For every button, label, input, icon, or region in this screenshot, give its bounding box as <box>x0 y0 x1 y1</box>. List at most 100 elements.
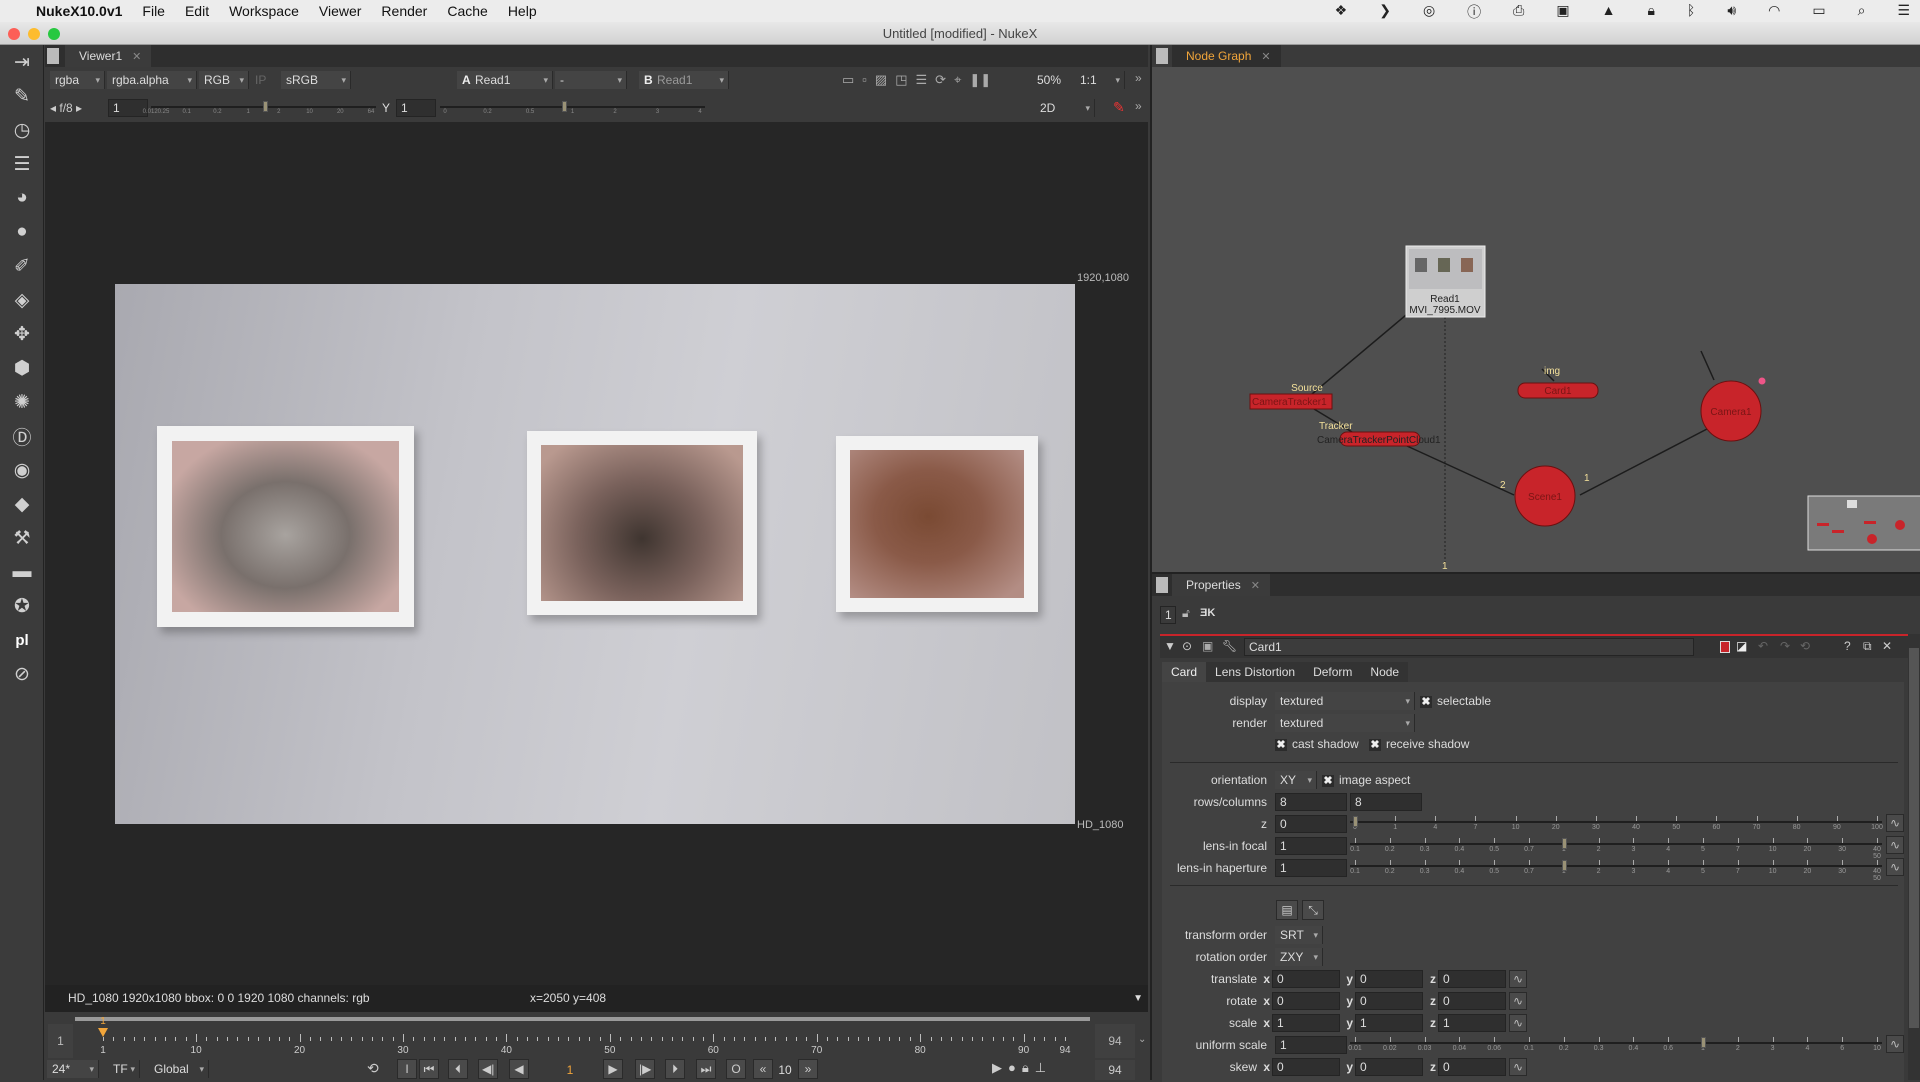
close-tab-icon[interactable]: ✕ <box>1251 580 1260 592</box>
channel-icon[interactable]: ☰ <box>0 147 44 181</box>
z-animation-button[interactable]: ∿ <box>1886 814 1904 832</box>
timeline-mode-dropdown[interactable]: TF <box>108 1060 140 1078</box>
record-icon[interactable]: ● <box>1008 1060 1016 1076</box>
display-channel-dropdown[interactable]: RGB <box>199 71 249 89</box>
gamma-slider-knob[interactable] <box>562 101 567 112</box>
font-color-button[interactable]: ◪ <box>1736 639 1747 653</box>
timeline-ruler[interactable]: 1 10 20 30 40 50 60 70 80 90 94 1 <box>98 1016 1093 1060</box>
translate-animation-button[interactable]: ∿ <box>1509 970 1527 988</box>
tile-color-button[interactable] <box>1720 641 1730 653</box>
center-node-icon[interactable]: ▣ <box>1202 639 1213 653</box>
time-icon[interactable]: ◷ <box>0 113 44 147</box>
fstop-control[interactable]: ◂ f/8 ▸ <box>50 99 82 117</box>
refresh-icon[interactable]: ⟳ <box>935 71 946 89</box>
safe-area-icon[interactable]: ▫ <box>862 71 867 89</box>
menu-file[interactable]: File <box>142 3 165 19</box>
tab-viewer1[interactable]: Viewer1 ✕ <box>65 45 152 67</box>
arrow-icon[interactable]: ❯ <box>1379 2 1391 22</box>
close-tab-icon[interactable]: ✕ <box>132 51 141 63</box>
translate-y-input[interactable]: 0 <box>1355 970 1423 988</box>
warning-icon[interactable]: ▲ <box>1602 2 1616 22</box>
lens-in-haperture-input[interactable]: 1 <box>1275 859 1347 877</box>
playhead-marker[interactable] <box>98 1028 108 1037</box>
rotate-y-input[interactable]: 0 <box>1355 992 1423 1010</box>
camera-icon[interactable]: ▣ <box>1556 2 1569 22</box>
timeline-end-frame[interactable]: 94 <box>1095 1024 1135 1058</box>
current-frame-field[interactable]: 1 <box>545 1061 595 1079</box>
set-out-point-button[interactable]: O <box>726 1059 746 1079</box>
z-slider[interactable]: 0 1 4 7 10 20 30 40 50 60 70 80 90 100 <box>1350 812 1883 834</box>
render-dropdown[interactable]: textured <box>1275 714 1415 732</box>
set-in-point-button[interactable]: I <box>397 1059 417 1079</box>
play-mode-icon[interactable]: ▶ <box>992 1060 1002 1076</box>
volume-icon[interactable]: 🔊︎ <box>1727 2 1736 22</box>
previous-frame-button[interactable]: ◀| <box>478 1059 499 1079</box>
translate-z-input[interactable]: 0 <box>1438 970 1506 988</box>
loop-mode-icon[interactable]: ⟲ <box>367 1060 379 1077</box>
lens-in-haperture-slider[interactable]: 0.1 0.2 0.3 0.4 0.5 0.7 1 2 3 4 5 7 10 20 30 40 50 <box>1350 856 1882 882</box>
other-icon[interactable]: ▬ <box>0 555 44 589</box>
keyer-icon[interactable]: ✐ <box>0 249 44 283</box>
deep-icon[interactable]: Ⓓ <box>0 419 44 453</box>
scale-z-input[interactable]: 1 <box>1438 1014 1506 1032</box>
b-input-dropdown[interactable]: B Read1 <box>639 71 729 89</box>
cc-icon[interactable]: ◎ <box>1423 2 1435 22</box>
float-panel-icon[interactable]: ⧉ <box>1863 639 1872 654</box>
toolsets-icon[interactable]: ⚒ <box>0 521 44 555</box>
paint-brush-icon[interactable]: ✎ <box>1113 99 1125 116</box>
bluetooth-icon[interactable]: ᛒ <box>1687 2 1695 22</box>
menu-cache[interactable]: Cache <box>447 3 487 19</box>
lens-in-focal-input[interactable]: 1 <box>1275 837 1347 855</box>
tab-lens-distortion[interactable]: Lens Distortion <box>1206 662 1305 682</box>
battery-icon[interactable]: ▭ <box>1812 2 1825 22</box>
filter-icon[interactable]: ● <box>0 215 44 249</box>
node-graph-canvas[interactable]: Read1 MVI_7995.MOV CameraTracker1 Source… <box>1152 45 1920 572</box>
scale-y-input[interactable]: 1 <box>1355 1014 1423 1032</box>
uniform-scale-animation-button[interactable]: ∿ <box>1886 1035 1904 1053</box>
scrollbar-thumb[interactable] <box>1909 648 1919 1028</box>
lock-panel-icon[interactable]: 🔓︎ <box>1182 606 1190 621</box>
slider-knob[interactable] <box>1353 816 1358 827</box>
slider-knob[interactable] <box>1701 1037 1706 1048</box>
pl-icon[interactable]: pl <box>0 623 44 657</box>
menu-viewer[interactable]: Viewer <box>319 3 362 19</box>
last-frame-button[interactable]: ⏭ <box>696 1059 716 1079</box>
translate-x-input[interactable]: 0 <box>1272 970 1340 988</box>
skip-back-button[interactable]: « <box>753 1059 773 1079</box>
copy-transform-button[interactable]: ▤ <box>1276 900 1298 920</box>
pixel-ratio-dropdown[interactable]: 1:1 <box>1075 71 1125 89</box>
ofx-icon[interactable]: ⊘ <box>0 657 44 691</box>
minimize-window-button[interactable] <box>28 28 40 40</box>
views-icon[interactable]: ◉ <box>0 453 44 487</box>
collapse-icon[interactable]: ▼ <box>1164 639 1176 653</box>
lens-in-focal-animation-button[interactable]: ∿ <box>1886 836 1904 854</box>
gain-slider[interactable]: 0.0120.25 0.1 0.2 1 2 10 20 64 <box>143 97 376 119</box>
previous-keyframe-button[interactable]: ⏴ <box>448 1059 468 1079</box>
viewer-canvas[interactable]: 1920,1080 HD_1080 <box>45 122 1148 985</box>
skew-z-input[interactable]: 0 <box>1438 1058 1506 1076</box>
timeline-start-frame[interactable]: 1 <box>48 1024 73 1058</box>
skew-x-input[interactable]: 0 <box>1272 1058 1340 1076</box>
close-panel-icon[interactable]: ✕ <box>1882 639 1892 653</box>
zoom-window-button[interactable] <box>48 28 60 40</box>
merge-icon[interactable]: ◈ <box>0 283 44 317</box>
crop-icon[interactable]: ⌖ <box>954 71 961 89</box>
scale-animation-button[interactable]: ∿ <box>1509 1014 1527 1032</box>
furnace-icon[interactable]: ✪ <box>0 589 44 623</box>
lens-in-haperture-animation-button[interactable]: ∿ <box>1886 858 1904 876</box>
menu-render[interactable]: Render <box>381 3 427 19</box>
lut-dropdown[interactable]: sRGB <box>281 71 351 89</box>
tab-node[interactable]: Node <box>1361 662 1409 682</box>
orientation-dropdown[interactable]: XY <box>1275 771 1317 789</box>
menu-icon[interactable]: ☰ <box>1897 2 1910 22</box>
alpha-channel-dropdown[interactable]: rgba.alpha <box>107 71 197 89</box>
node-name-field[interactable]: Card1 <box>1244 638 1694 656</box>
cast-shadow-checkbox[interactable]: ✖ cast shadow <box>1275 735 1359 753</box>
menu-help[interactable]: Help <box>508 3 537 19</box>
a-input-dropdown[interactable]: A Read1 <box>457 71 553 89</box>
compare-op-dropdown[interactable]: - <box>555 71 627 89</box>
wrench-icon[interactable]: 🔧︎ <box>1222 639 1237 653</box>
end-frame-field[interactable]: 94 <box>1095 1060 1135 1080</box>
slider-knob[interactable] <box>1561 838 1567 849</box>
menu-edit[interactable]: Edit <box>185 3 209 19</box>
